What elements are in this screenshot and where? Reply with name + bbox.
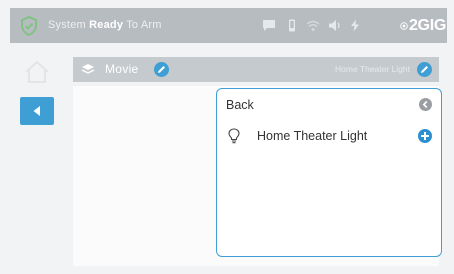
plus-icon-v [424, 132, 426, 140]
status-bar: System Ready To Arm 2GIG [10, 8, 447, 43]
system-status-text[interactable]: System Ready To Arm [48, 19, 162, 31]
logo-mark-icon [400, 21, 408, 30]
logo-text: 2GIG [408, 16, 446, 34]
volume-icon[interactable] [328, 19, 342, 32]
back-button[interactable] [20, 97, 54, 125]
add-device-button[interactable] [418, 129, 432, 143]
shield-check-icon [21, 16, 37, 36]
scene-header: Movie Home Theater Light [73, 57, 439, 82]
status-state: Ready [89, 19, 124, 31]
phone-icon[interactable] [285, 19, 299, 32]
screen: System Ready To Arm 2GIG Movie Home Thea… [0, 0, 454, 274]
edit-scene-name-icon[interactable] [154, 62, 169, 77]
device-list-item[interactable]: Home Theater Light [217, 123, 441, 149]
chat-icon[interactable] [262, 19, 276, 32]
status-prefix: System [48, 19, 90, 31]
brand-logo: 2GIG [400, 12, 446, 39]
home-icon[interactable] [24, 60, 50, 84]
device-picker-popup: Back Home Theater Light [216, 88, 442, 257]
bolt-icon[interactable] [348, 19, 362, 32]
light-bulb-icon [228, 128, 240, 144]
edit-scene-icon[interactable] [417, 62, 432, 77]
device-name: Home Theater Light [257, 129, 368, 143]
popup-back-icon[interactable] [419, 98, 432, 111]
wifi-icon[interactable] [306, 19, 320, 32]
triangle-left-icon [33, 106, 40, 116]
layers-icon [81, 64, 95, 74]
scene-device-text: Home Theater Light [335, 64, 410, 74]
status-suffix: To Arm [123, 19, 162, 31]
scene-name: Movie [105, 62, 139, 76]
popup-back-label[interactable]: Back [226, 98, 254, 112]
